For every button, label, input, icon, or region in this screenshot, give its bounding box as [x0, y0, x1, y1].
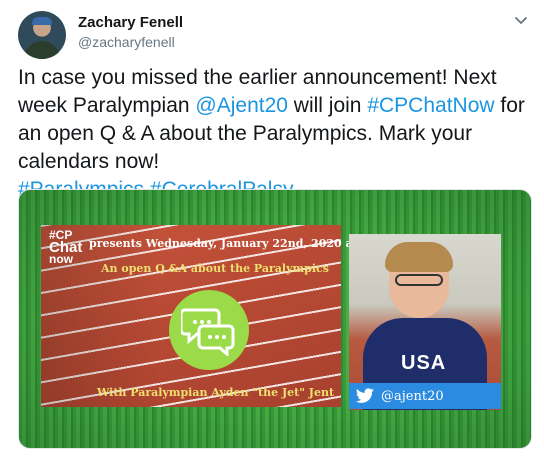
author-name[interactable]: Zachary Fenell [78, 14, 183, 31]
avatar-cap [32, 17, 52, 25]
twitter-bird-icon [355, 388, 374, 403]
photo-glasses [395, 274, 443, 286]
twitter-handle-text: @ajent20 [381, 388, 444, 404]
tweet-text: In case you missed the earlier announcem… [18, 64, 533, 204]
chevron-down-icon[interactable] [512, 12, 530, 30]
tweet-card: Zachary Fenell @zacharyfenell In case yo… [0, 0, 544, 456]
tweet-media-image[interactable]: #CP Chat now presents Wednesday, January… [18, 189, 532, 449]
photo-hair [385, 242, 453, 272]
avatar[interactable] [18, 11, 66, 59]
cpchatnow-logo: #CP Chat now [49, 229, 85, 266]
mention-link[interactable]: @Ajent20 [195, 94, 288, 117]
hashtag-link[interactable]: #CPChatNow [367, 94, 494, 117]
twitter-handle-box: @ajent20 [349, 383, 501, 409]
shirt-text: USA [401, 352, 447, 374]
avatar-shirt [24, 41, 60, 59]
guest-name-text: With Paralympian Ayden "the Jet" Jent [97, 386, 335, 399]
author-handle[interactable]: @zacharyfenell [78, 34, 175, 50]
tweet-text-part: will join [287, 94, 368, 117]
speech-bubbles-icon [169, 290, 249, 370]
event-title-text: An open Q &A about the Paralympics [101, 262, 329, 275]
